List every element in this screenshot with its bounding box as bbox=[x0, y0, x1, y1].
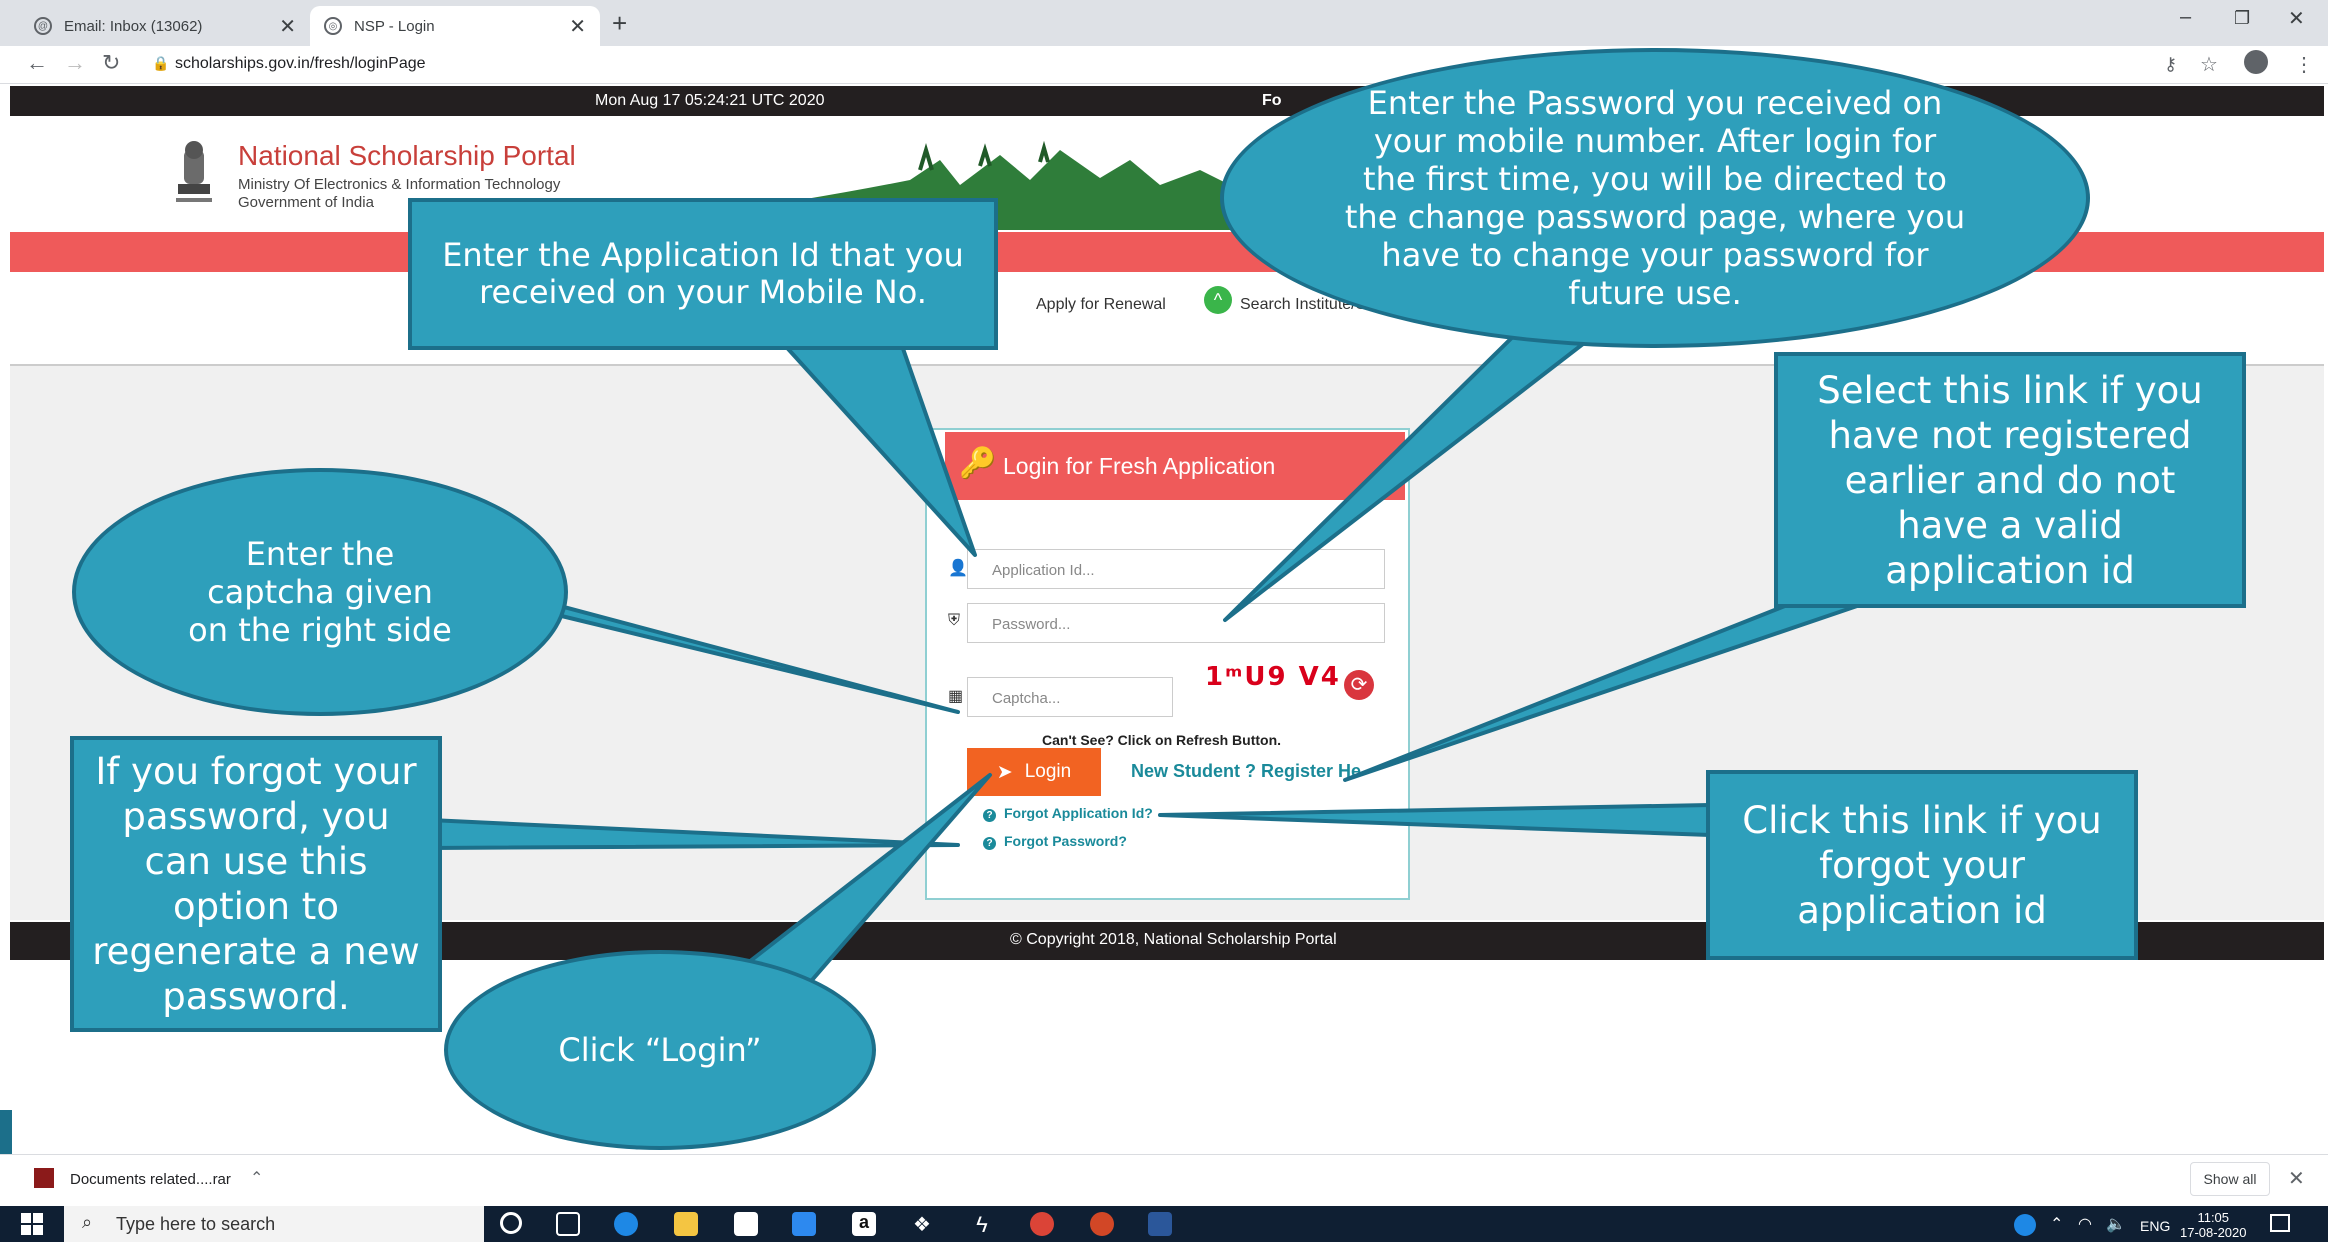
pointer-captcha bbox=[498, 588, 960, 714]
clock[interactable]: 11:05 17-08-2020 bbox=[2180, 1210, 2247, 1240]
task-view-icon[interactable] bbox=[556, 1212, 580, 1236]
store-icon[interactable] bbox=[734, 1212, 758, 1236]
powerpoint-icon[interactable] bbox=[1090, 1212, 1114, 1236]
callout-password: Enter the Password you received on your … bbox=[1220, 48, 2090, 348]
cortana-icon[interactable] bbox=[500, 1212, 522, 1234]
search-placeholder: Type here to search bbox=[116, 1214, 276, 1234]
mail-icon[interactable] bbox=[792, 1212, 816, 1236]
search-icon: ⌕ bbox=[82, 1212, 93, 1232]
amazon-icon[interactable]: a bbox=[852, 1212, 876, 1236]
speaker-icon[interactable]: 🔈 bbox=[2106, 1214, 2126, 1234]
lightning-icon[interactable]: ϟ bbox=[970, 1212, 994, 1237]
file-explorer-icon[interactable] bbox=[674, 1212, 698, 1236]
rar-file-icon bbox=[34, 1168, 54, 1188]
close-icon[interactable]: ✕ bbox=[2288, 1166, 2305, 1191]
edge-icon[interactable] bbox=[614, 1212, 638, 1236]
wifi-icon[interactable]: ◠ bbox=[2078, 1214, 2092, 1234]
callout-forgot-password: If you forgot your password, you can use… bbox=[70, 736, 442, 1032]
windows-start-icon[interactable] bbox=[20, 1212, 44, 1236]
pointer-password bbox=[1223, 298, 1642, 622]
callout-forgot-app-id: Click this link if you forgot your appli… bbox=[1706, 770, 2138, 960]
dropbox-icon[interactable]: ❖ bbox=[910, 1212, 934, 1236]
clock-date: 17-08-2020 bbox=[2180, 1225, 2247, 1240]
chevron-up-icon[interactable]: ⌃ bbox=[250, 1168, 263, 1188]
notification-icon[interactable] bbox=[2270, 1214, 2290, 1232]
language-indicator[interactable]: ENG bbox=[2140, 1218, 2170, 1234]
callout-register: Select this link if you have not registe… bbox=[1774, 352, 2246, 608]
word-icon[interactable] bbox=[1148, 1212, 1172, 1236]
taskbar-search[interactable]: ⌕ Type here to search bbox=[64, 1206, 484, 1242]
pointer-forgot-password bbox=[428, 818, 960, 850]
clock-time: 11:05 bbox=[2197, 1210, 2230, 1225]
help-tray-icon[interactable] bbox=[2014, 1214, 2036, 1236]
chevron-up-icon[interactable]: ⌃ bbox=[2050, 1214, 2063, 1234]
chrome-icon[interactable] bbox=[1030, 1212, 1054, 1236]
callout-login: Click “Login” bbox=[444, 950, 876, 1150]
download-bar bbox=[0, 1154, 2328, 1206]
callout-application-id: Enter the Application Id that you receiv… bbox=[408, 198, 998, 350]
download-item[interactable]: Documents related....rar bbox=[70, 1171, 231, 1188]
callout-captcha: Enter the captcha given on the right sid… bbox=[72, 468, 568, 716]
pointer-forgot-app-id bbox=[1158, 803, 1712, 837]
pointer-application-id bbox=[778, 338, 977, 557]
show-all-button[interactable]: Show all bbox=[2190, 1162, 2270, 1196]
pointer-register bbox=[1343, 598, 1862, 782]
